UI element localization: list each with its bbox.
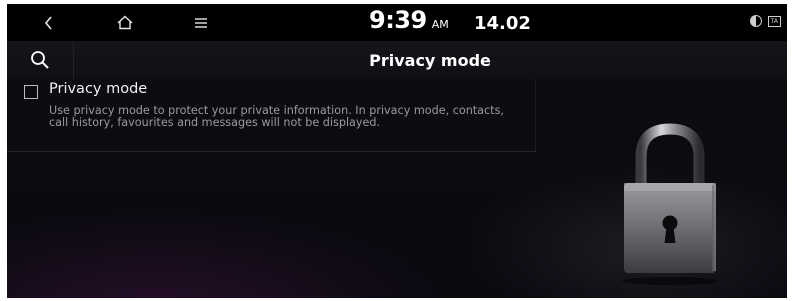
clock-time: 9:39	[369, 6, 427, 34]
menu-icon[interactable]	[190, 4, 212, 41]
privacy-mode-description: Use privacy mode to protect your private…	[49, 104, 504, 129]
back-icon[interactable]	[37, 4, 61, 41]
privacy-mode-setting[interactable]: Privacy mode Use privacy mode to protect…	[7, 79, 536, 152]
brightness-icon	[749, 15, 762, 27]
search-icon[interactable]	[7, 41, 74, 79]
privacy-mode-checkbox[interactable]	[24, 85, 38, 99]
privacy-mode-label: Privacy mode	[49, 81, 148, 97]
home-icon[interactable]	[113, 4, 137, 41]
date: 14.02	[474, 13, 531, 34]
title-bar: Privacy mode	[7, 41, 787, 79]
padlock-image	[622, 123, 718, 285]
clock-ampm: AM	[431, 18, 449, 31]
infotainment-screen: 9:39 AM 14.02 TA Privacy mode Privacy mo…	[7, 4, 787, 298]
clock: 9:39 AM	[369, 6, 449, 39]
status-indicators: TA	[749, 15, 781, 27]
ta-badge: TA	[767, 15, 781, 27]
page-title: Privacy mode	[369, 50, 491, 70]
status-bar: 9:39 AM 14.02 TA	[7, 4, 787, 41]
illustration-panel	[536, 79, 787, 298]
content-area: Privacy mode Use privacy mode to protect…	[7, 79, 787, 298]
